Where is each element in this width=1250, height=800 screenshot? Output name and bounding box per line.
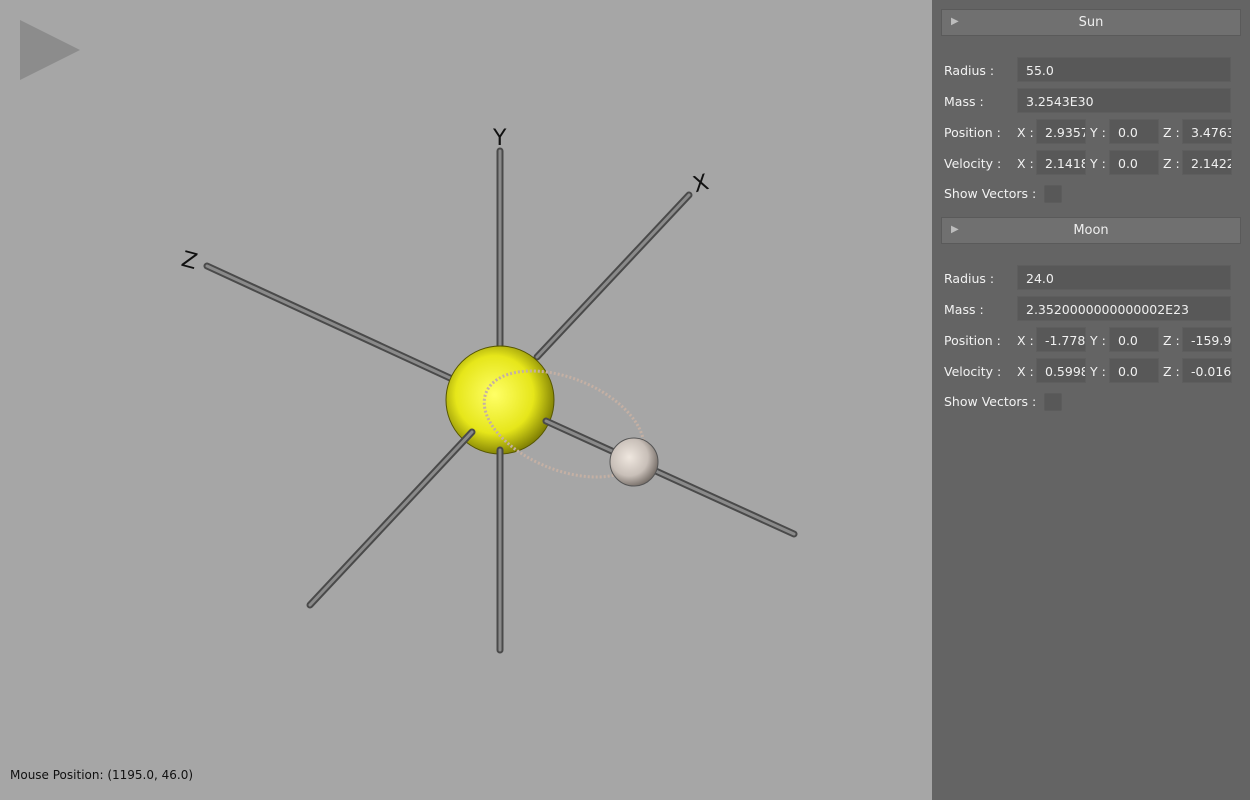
moon-velocity-y-field[interactable]: 0.0 [1109, 358, 1159, 383]
moon-position-label: Position : [944, 333, 1001, 348]
sun-position-x-label: X : [1017, 125, 1034, 140]
sun-position-y-label: Y : [1090, 125, 1106, 140]
moon-section-title: Moon [1073, 223, 1109, 238]
moon-velocity-z-field[interactable]: -0.016 [1182, 358, 1232, 383]
moon-show-vectors-label: Show Vectors : [944, 394, 1037, 409]
sun-section-header[interactable]: ▶ Sun [941, 9, 1241, 36]
sun-show-vectors-label: Show Vectors : [944, 186, 1037, 201]
moon-velocity-x-label: X : [1017, 364, 1034, 379]
moon-velocity-z-label: Z : [1163, 364, 1180, 379]
sun-position-z-label: Z : [1163, 125, 1180, 140]
moon-velocity-y-label: Y : [1090, 364, 1106, 379]
moon-position-x-field[interactable]: -1.778 [1036, 327, 1086, 352]
moon-velocity-x-field[interactable]: 0.5998 [1036, 358, 1086, 383]
sun-velocity-label: Velocity : [944, 156, 1002, 171]
sun-mass-field[interactable]: 3.2543E30 [1017, 88, 1231, 113]
moon-position-z-label: Z : [1163, 333, 1180, 348]
moon-sphere[interactable] [609, 437, 659, 487]
moon-position-x-label: X : [1017, 333, 1034, 348]
moon-section-header[interactable]: ▶ Moon [941, 217, 1241, 244]
moon-position-z-field[interactable]: -159.9 [1182, 327, 1232, 352]
axis-rods-front [306, 417, 798, 654]
moon-show-vectors-checkbox[interactable] [1044, 393, 1062, 411]
axis-label-y: Y [492, 126, 507, 151]
sun-position-label: Position : [944, 125, 1001, 140]
sun-mass-label: Mass : [944, 94, 984, 109]
moon-mass-label: Mass : [944, 302, 984, 317]
moon-radius-field[interactable]: 24.0 [1017, 265, 1231, 290]
sun-velocity-x-field[interactable]: 2.1418 [1036, 150, 1086, 175]
axis-rods-back [203, 147, 693, 382]
sun-show-vectors-checkbox[interactable] [1044, 185, 1062, 203]
sun-velocity-z-label: Z : [1163, 156, 1180, 171]
mouse-position-status: Mouse Position: (1195.0, 46.0) [10, 768, 194, 782]
sun-position-y-field[interactable]: 0.0 [1109, 119, 1159, 144]
moon-position-y-field[interactable]: 0.0 [1109, 327, 1159, 352]
sun-velocity-y-field[interactable]: 0.0 [1109, 150, 1159, 175]
moon-velocity-label: Velocity : [944, 364, 1002, 379]
sun-section-title: Sun [1078, 15, 1104, 30]
scene-canvas: Y X Z [179, 126, 798, 654]
sun-velocity-y-label: Y : [1090, 156, 1106, 171]
play-button[interactable] [18, 18, 82, 82]
moon-mass-field[interactable]: 2.3520000000000002E23 [1017, 296, 1231, 321]
sun-velocity-z-field[interactable]: 2.1422 [1182, 150, 1232, 175]
sun-position-x-field[interactable]: 2.9357 [1036, 119, 1086, 144]
sun-position-z-field[interactable]: 3.4763 [1182, 119, 1232, 144]
sun-radius-label: Radius : [944, 63, 995, 78]
moon-radius-label: Radius : [944, 271, 995, 286]
properties-panel: ▶ Sun Radius : 55.0 Mass : 3.2543E30 Pos… [932, 0, 1250, 800]
moon-position-y-label: Y : [1090, 333, 1106, 348]
axis-label-z: Z [179, 247, 200, 275]
3d-viewport[interactable]: Y X Z Mouse Position: (1195.0, 46.0) [0, 0, 932, 800]
sun-velocity-x-label: X : [1017, 156, 1034, 171]
play-icon [20, 20, 80, 80]
axis-label-x: X [690, 170, 711, 198]
sun-radius-field[interactable]: 55.0 [1017, 57, 1231, 82]
